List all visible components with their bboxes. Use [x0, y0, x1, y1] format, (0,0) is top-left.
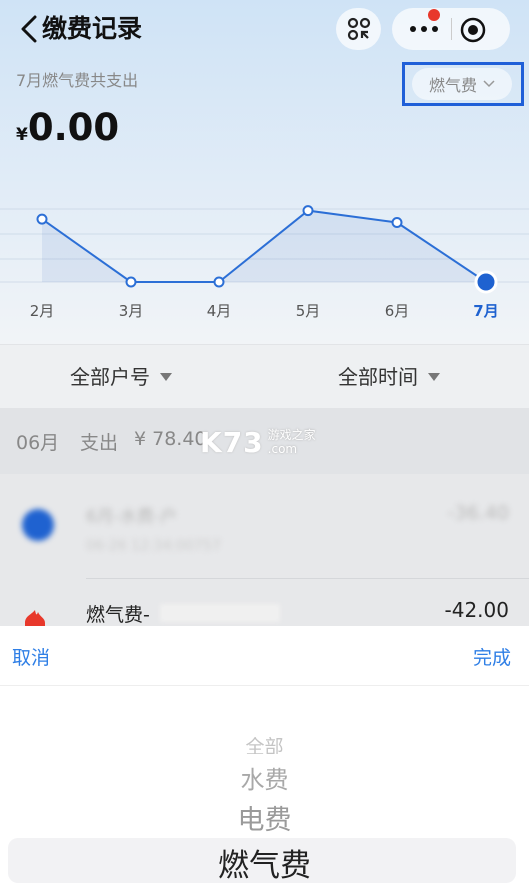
picker-option[interactable]: 水费 [0, 760, 529, 795]
account-select[interactable]: 全部户号 [70, 363, 172, 391]
category-filter-label: 燃气费 [428, 76, 477, 95]
close-mini-program-button[interactable] [458, 15, 488, 45]
data-point[interactable] [302, 205, 314, 217]
group-amount: ¥ 78.40 [134, 428, 207, 450]
currency-symbol: ¥ [16, 125, 28, 145]
divider [86, 578, 529, 579]
x-tick-label[interactable]: 2月 [30, 302, 55, 320]
picker-option-selected[interactable]: 燃气费 [0, 840, 529, 883]
x-tick-label[interactable]: 6月 [385, 302, 410, 320]
done-button[interactable]: 完成 [473, 643, 511, 670]
data-point[interactable] [125, 276, 137, 288]
target-icon [460, 17, 486, 43]
data-point[interactable] [213, 276, 225, 288]
mini-program-capsule [392, 8, 510, 50]
scan-icon [347, 17, 370, 41]
cancel-button[interactable]: 取消 [12, 643, 50, 670]
account-select-label: 全部户号 [70, 365, 150, 389]
capsule-divider [451, 18, 452, 40]
data-point[interactable] [36, 213, 48, 225]
x-tick-label[interactable]: 4月 [207, 302, 232, 320]
back-button[interactable] [14, 12, 44, 46]
record-amount: -36.40 [447, 502, 509, 524]
group-type: 支出 [80, 432, 119, 454]
picker-option[interactable]: 电费 [0, 798, 529, 837]
record-title: 6月-水费-户 [86, 507, 178, 527]
watermark-line2: .com [267, 442, 298, 456]
chevron-left-icon [21, 15, 37, 43]
flame-icon [25, 610, 45, 626]
notification-dot [428, 9, 440, 21]
x-tick-label[interactable]: 5月 [296, 302, 321, 320]
list-item[interactable]: 6月-水费-户 06-26 12:34:00757 -36.40 [0, 474, 529, 579]
x-tick-label[interactable]: 7月 [473, 302, 498, 320]
nav-bar: 缴费记录 [0, 0, 529, 58]
scan-button[interactable] [336, 8, 381, 50]
watermark-logo: K73 游戏之家 .com [200, 424, 340, 460]
watermark-main: K73 [200, 425, 264, 459]
watermark-side: 游戏之家 .com [268, 428, 316, 456]
chevron-down-icon [483, 80, 495, 88]
trend-chart: 2月 3月 4月 5月 6月 7月 [0, 205, 529, 320]
data-point-selected[interactable] [474, 270, 498, 294]
caret-down-icon [428, 373, 440, 381]
masked-account [160, 604, 280, 622]
picker-sheet: 取消 完成 全部 水费 电费 燃气费 [0, 626, 529, 883]
page-title: 缴费记录 [42, 14, 143, 43]
picker-option[interactable]: 全部 [0, 732, 529, 754]
filter-bar: 全部户号 全部时间 [0, 344, 529, 408]
category-filter-button[interactable]: 燃气费 [412, 68, 512, 100]
time-select[interactable]: 全部时间 [338, 363, 440, 391]
time-select-label: 全部时间 [338, 365, 418, 389]
caret-down-icon [160, 373, 172, 381]
record-amount: -42.00 [444, 598, 509, 622]
record-title: 燃气费- [86, 604, 150, 626]
more-button[interactable] [406, 18, 442, 40]
group-month: 06月 [16, 432, 60, 454]
summary-label: 7月燃气费共支出 [16, 71, 139, 90]
record-list: 6月-水费-户 06-26 12:34:00757 -36.40 燃气费- -4… [0, 474, 529, 626]
picker-toolbar: 取消 完成 [0, 626, 529, 686]
amount-value: 0.00 [27, 106, 120, 149]
header-area: 缴费记录 7月燃气费共支出 ¥0.00 燃气费 2月 3月 4月 5月 6月 7… [0, 0, 529, 344]
record-subtitle: 06-26 12:34:00757 [86, 538, 221, 554]
more-dots-icon [410, 26, 438, 32]
total-amount: ¥0.00 [16, 106, 119, 157]
watermark-line1: 游戏之家 [267, 428, 316, 442]
water-icon [22, 509, 54, 541]
data-point[interactable] [391, 217, 403, 228]
x-tick-label[interactable]: 3月 [119, 302, 144, 320]
